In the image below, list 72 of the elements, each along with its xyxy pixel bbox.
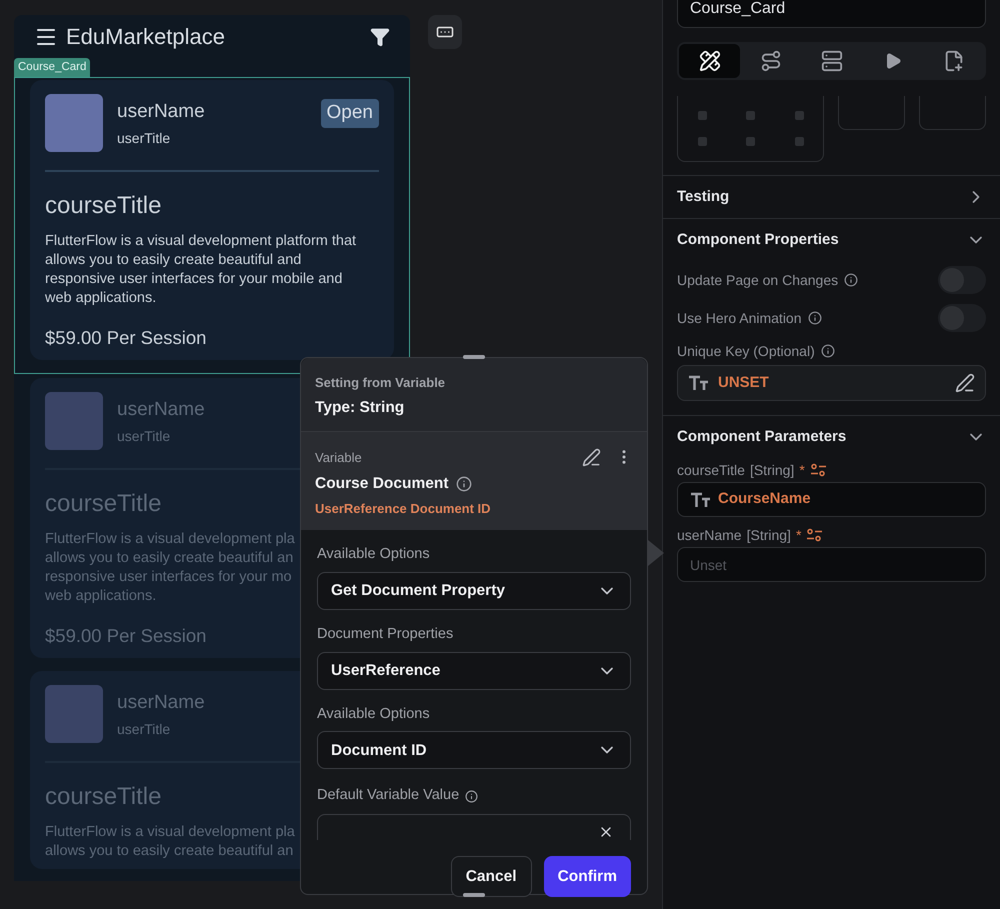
text-type-icon (690, 492, 712, 508)
course-description: FlutterFlow is a visual development platform that allows you to easily create beautiful and responsive user interfaces for your mobile and web applications. (45, 232, 356, 308)
parameter-name: courseTitle (677, 460, 745, 480)
field-label: Unique Key (Optional) (677, 342, 815, 361)
user-title: userTitle (117, 426, 170, 446)
info-icon[interactable] (844, 273, 858, 287)
pencil-icon[interactable] (582, 448, 601, 467)
default-value-field[interactable] (317, 814, 631, 840)
section-header[interactable]: Testing (677, 176, 986, 218)
required-mark: * (796, 526, 802, 544)
dropdown-select[interactable]: Get Document Property (317, 572, 631, 610)
section-header[interactable]: Component Properties (677, 219, 986, 261)
variable-name: Course Document (315, 474, 448, 494)
field-label: Default Variable Value (317, 786, 460, 806)
filter-icon[interactable] (370, 26, 390, 46)
info-icon[interactable] (465, 790, 478, 803)
photo-placeholder (45, 392, 103, 450)
panel-tab[interactable] (679, 44, 740, 78)
course-title: courseTitle (45, 782, 162, 810)
field-label: Available Options (317, 545, 431, 564)
variable-label: Variable (315, 448, 363, 467)
course-description: FlutterFlow is a visual development pla allows you to easily create beautiful an responsive user interfaces for your mo web applications. (45, 530, 295, 606)
drag-handle[interactable] (463, 355, 485, 359)
unique-key-field[interactable]: UNSET (677, 365, 986, 401)
server-icon (820, 50, 842, 72)
required-mark: * (799, 460, 805, 480)
confirm-button[interactable]: Confirm (544, 856, 631, 897)
parameter-type: [String] (750, 460, 794, 480)
photo-placeholder (45, 684, 103, 742)
info-icon[interactable] (820, 344, 835, 358)
parameter-field[interactable]: Unset (677, 547, 986, 582)
pencil-icon[interactable] (955, 373, 975, 393)
pencil-ruler-icon (698, 50, 720, 72)
user-name: userName (117, 690, 205, 714)
variable-settings-icon[interactable] (806, 528, 824, 542)
cancel-button[interactable]: Cancel (450, 856, 532, 897)
dropdown-select[interactable]: Document ID (317, 731, 631, 770)
type-label: Type: String (315, 398, 406, 418)
course-price: $59.00 Per Session (45, 326, 206, 350)
photo-placeholder (45, 94, 103, 152)
info-icon[interactable] (808, 311, 822, 325)
course-title: courseTitle (45, 490, 162, 518)
text-field-button[interactable] (428, 15, 462, 49)
user-title: userTitle (117, 720, 170, 738)
drag-handle[interactable] (463, 893, 485, 897)
course-price: $59.00 Per Session (45, 624, 206, 648)
toggle-label: Update Page on Changes (677, 270, 838, 290)
branch-icon (760, 50, 782, 72)
toggle-switch[interactable] (938, 266, 986, 294)
section-header[interactable]: Component Parameters (677, 416, 986, 458)
app-title: EduMarketplace (66, 23, 226, 51)
parameter-type: [String] (746, 526, 791, 545)
toggle-switch[interactable] (938, 304, 986, 332)
course-description: FlutterFlow is a visual development pla allows you to easily create beautiful an (45, 822, 295, 860)
component-tag: Course_Card (14, 58, 90, 77)
user-name: userName (117, 398, 205, 422)
status-badge: Open (320, 99, 379, 128)
dropdown-select[interactable]: UserReference (317, 652, 631, 690)
user-title: userTitle (117, 129, 170, 148)
toggle-label: Use Hero Animation (677, 308, 802, 328)
text-type-icon (688, 375, 710, 391)
parameter-field[interactable]: CourseName (677, 482, 986, 517)
variable-settings-icon[interactable] (810, 463, 827, 477)
variable-path: UserReference Document ID (315, 500, 492, 518)
component-name-field[interactable]: Course_Card (677, 0, 986, 28)
course-title: courseTitle (45, 192, 162, 220)
info-icon[interactable] (456, 476, 472, 492)
popup-heading: Setting from Variable (315, 374, 446, 392)
parameter-name: userName (677, 526, 742, 544)
field-label: Available Options (317, 704, 431, 724)
user-name: userName (117, 100, 205, 124)
field-label: Document Properties (317, 624, 454, 644)
